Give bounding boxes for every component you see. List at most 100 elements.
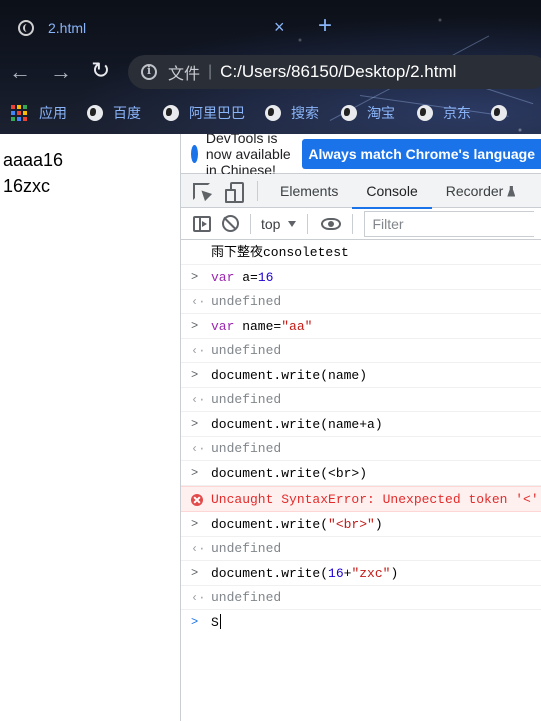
code-token: "aa" xyxy=(281,319,313,334)
console-input-text: document.write(name) xyxy=(211,363,541,387)
tab-console[interactable]: Console xyxy=(352,174,433,209)
address-url[interactable]: C:/Users/86150/Desktop/2.html xyxy=(220,62,456,82)
page-viewport: aaaa16 16zxc xyxy=(0,134,180,721)
tab-recorder[interactable]: Recorder xyxy=(432,174,530,208)
bookmark-label: 应用 xyxy=(39,105,67,121)
clear-console-icon[interactable] xyxy=(222,215,239,232)
globe-icon xyxy=(163,105,179,121)
globe-icon xyxy=(491,105,507,121)
code-token: document.write(name+a) xyxy=(211,417,383,432)
toolbar-divider xyxy=(250,213,251,234)
apps-grid-icon xyxy=(11,105,27,121)
live-expression-eye-icon[interactable] xyxy=(321,217,342,230)
text-cursor xyxy=(219,614,221,629)
code-token: name= xyxy=(234,319,282,334)
filter-input[interactable]: Filter xyxy=(364,210,535,237)
console-input-row: > document.write(name+a) xyxy=(181,412,541,437)
globe-icon xyxy=(265,105,281,121)
result-arrow-icon: ‹· xyxy=(191,442,206,456)
result-text: undefined xyxy=(211,294,282,309)
code-token: ) xyxy=(374,517,383,532)
console-input-row: > var name="aa" xyxy=(181,314,541,339)
console-prompt-input[interactable]: S xyxy=(211,615,219,630)
console-input-text: var a=16 xyxy=(211,265,541,289)
info-icon xyxy=(191,144,209,163)
match-language-button[interactable]: Always match Chrome's language xyxy=(302,138,541,169)
code-token: document.write(name) xyxy=(211,368,368,383)
bookmark-alibaba[interactable]: 阿里巴巴 xyxy=(163,103,245,123)
code-token: "zxc" xyxy=(351,566,391,581)
page-text-line: 16zxc xyxy=(3,176,51,196)
console-input-row: > document.write(<br>) xyxy=(181,461,541,486)
input-chevron-icon: > xyxy=(191,517,199,531)
bookmark-label: 搜索 xyxy=(291,105,319,121)
bookmark-jd[interactable]: 京东 xyxy=(417,103,471,123)
input-chevron-icon: > xyxy=(191,319,199,333)
bookmarks-bar: 应用 百度 阿里巴巴 搜索 淘宝 京东 xyxy=(0,100,541,126)
console-input-row: > document.write(16+"zxc") xyxy=(181,561,541,586)
console-input-text: document.write(<br>) xyxy=(211,461,541,485)
result-arrow-icon: ‹· xyxy=(191,295,206,309)
tab-close-icon[interactable]: × xyxy=(274,17,285,38)
code-token: document.write( xyxy=(211,517,329,532)
chevron-down-icon xyxy=(288,220,297,227)
console-result-row: ‹· undefined xyxy=(181,290,541,314)
address-bar[interactable]: 文件 | C:/Users/86150/Desktop/2.html xyxy=(128,55,541,89)
toolbar-divider xyxy=(352,213,354,234)
error-icon xyxy=(191,494,203,506)
input-chevron-icon: > xyxy=(191,417,199,431)
code-token: var xyxy=(211,270,235,285)
bookmark-baidu[interactable]: 百度 xyxy=(87,103,141,123)
context-selector[interactable]: top xyxy=(261,215,297,232)
devtools-panel: DevTools is now available in Chinese! Al… xyxy=(180,134,541,721)
tab-recorder-label: Recorder xyxy=(445,182,504,199)
bookmark-taobao[interactable]: 淘宝 xyxy=(341,103,395,123)
flask-icon xyxy=(507,185,516,197)
console-toolbar: top Filter xyxy=(181,208,541,240)
reload-button[interactable]: ↻ xyxy=(91,59,110,82)
input-chevron-icon: > xyxy=(191,368,199,382)
console-error-row: Uncaught SyntaxError: Unexpected token '… xyxy=(181,486,541,512)
console-result-row: ‹· undefined xyxy=(181,537,541,561)
page-text-line: aaaa16 xyxy=(3,150,64,170)
code-token: document.write(<br>) xyxy=(211,466,368,481)
console-input-row: > document.write("<br>") xyxy=(181,512,541,537)
result-text: undefined xyxy=(211,541,282,556)
toolbar-divider xyxy=(307,213,309,234)
globe-icon xyxy=(87,105,103,121)
input-chevron-icon: > xyxy=(191,566,199,580)
bookmark-search[interactable]: 搜索 xyxy=(265,103,319,123)
console-log-row: 雨下整夜consoletest xyxy=(181,240,541,265)
forward-button[interactable]: → xyxy=(50,61,72,83)
console-output: 雨下整夜consoletest > var a=16 ‹· undefined > var … xyxy=(181,240,541,635)
console-result-row: ‹· undefined xyxy=(181,339,541,363)
globe-icon xyxy=(18,20,34,36)
console-input-text: document.write(16+"zxc") xyxy=(211,561,541,585)
bookmark-more[interactable] xyxy=(491,105,517,121)
input-chevron-icon: > xyxy=(191,270,199,284)
site-info-icon[interactable] xyxy=(141,64,157,80)
console-input-text: var name="aa" xyxy=(211,314,541,338)
context-value: top xyxy=(261,215,281,232)
result-arrow-icon: ‹· xyxy=(191,542,206,556)
devtools-tabbar: Elements Console Recorder xyxy=(181,174,541,209)
code-token: document.write( xyxy=(211,566,329,581)
prompt-chevron-icon: > xyxy=(191,615,199,629)
device-toolbar-icon[interactable] xyxy=(223,180,245,203)
code-token: ) xyxy=(390,566,399,581)
show-sidebar-icon[interactable] xyxy=(193,215,211,232)
bookmark-label: 百度 xyxy=(113,105,141,121)
bookmark-apps[interactable]: 应用 xyxy=(11,103,67,123)
browser-chrome: 2.html × + ← → ↻ 文件 | C:/Users/86150/Des… xyxy=(0,0,541,134)
inspect-element-icon[interactable] xyxy=(191,180,213,202)
toolbar-divider xyxy=(257,180,258,201)
result-arrow-icon: ‹· xyxy=(191,591,206,605)
globe-icon xyxy=(417,105,433,121)
tab-elements[interactable]: Elements xyxy=(266,174,352,208)
console-prompt[interactable]: > S xyxy=(181,610,541,635)
console-result-row: ‹· undefined xyxy=(181,388,541,412)
new-tab-button[interactable]: + xyxy=(318,14,332,38)
back-button[interactable]: ← xyxy=(9,61,31,83)
result-text: undefined xyxy=(211,392,282,407)
browser-tab[interactable]: 2.html × xyxy=(8,10,308,46)
